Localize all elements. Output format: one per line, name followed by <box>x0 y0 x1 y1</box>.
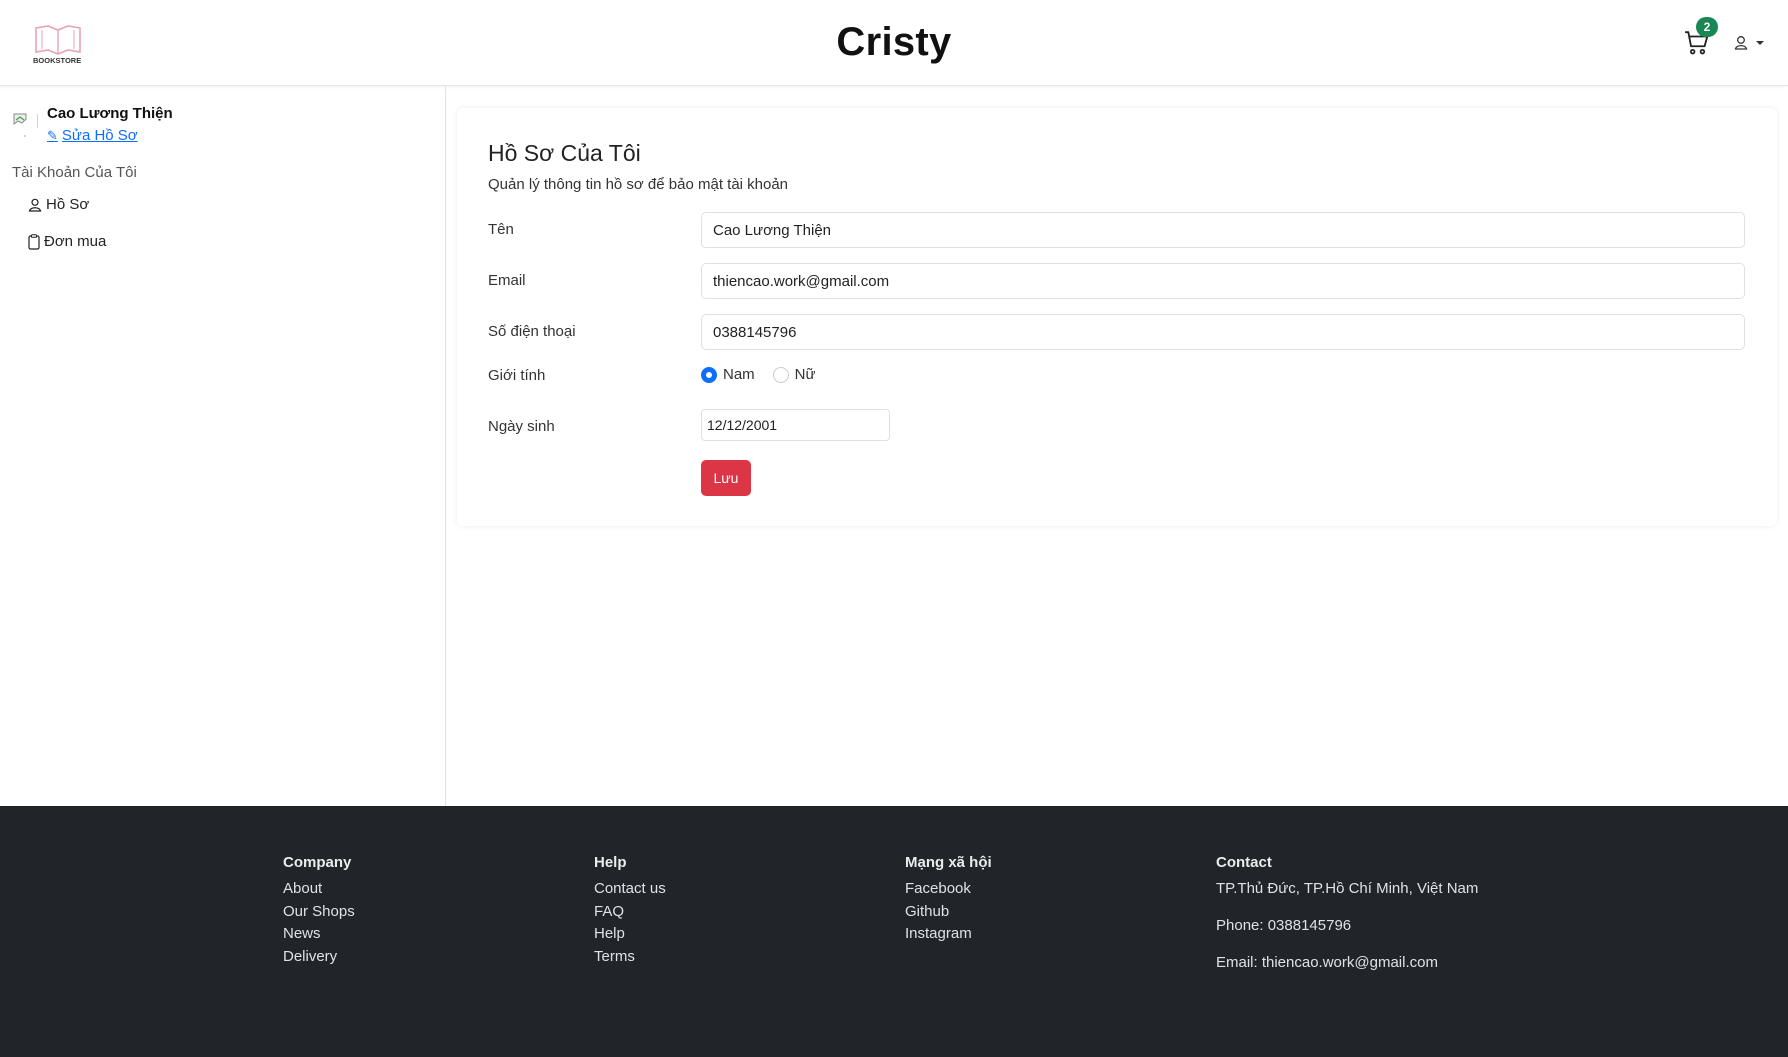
save-button[interactable]: Lưu <box>701 460 751 496</box>
name-field[interactable] <box>701 212 1745 248</box>
email-label: Email <box>488 272 526 289</box>
profile-card: Hồ Sơ Của Tôi Quản lý thông tin hồ sơ để… <box>457 108 1777 526</box>
footer-link-news[interactable]: News <box>283 923 355 946</box>
footer-link-faq[interactable]: FAQ <box>594 901 666 924</box>
gender-option-label: Nam <box>723 366 755 383</box>
footer-link-delivery[interactable]: Delivery <box>283 946 355 969</box>
footer-link-about[interactable]: About <box>283 878 355 901</box>
footer-link-terms[interactable]: Terms <box>594 946 666 969</box>
footer-address: TP.Thủ Đức, TP.Hồ Chí Minh, Việt Nam <box>1216 880 1479 897</box>
footer-heading: Company <box>283 854 352 871</box>
sidebar-item-label: Hồ Sơ <box>46 196 90 213</box>
edit-profile-label: Sửa Hồ Sơ <box>61 127 138 144</box>
gender-option-label: Nữ <box>794 366 816 383</box>
clipboard-icon <box>28 233 40 250</box>
account-sidebar: Cao Lương Thiện ✎ Sửa Hồ Sơ Tài Khoản Của… <box>0 86 446 806</box>
gender-radio-male[interactable] <box>701 366 717 383</box>
footer-link-github[interactable]: Github <box>905 901 992 924</box>
footer-phone: Phone: 0388145796 <box>1216 917 1352 934</box>
footer-link-help[interactable]: Help <box>594 923 666 946</box>
page-title: Hồ Sơ Của Tôi <box>488 140 641 166</box>
sidebar-item-orders[interactable]: Đơn mua <box>28 233 106 250</box>
caret-down-icon <box>1756 41 1764 45</box>
footer-link-facebook[interactable]: Facebook <box>905 878 992 901</box>
footer-heading: Mạng xã hội <box>905 854 992 871</box>
footer-company-column: Company About Our Shops News Delivery <box>283 854 355 969</box>
footer-help-column: Help Contact us FAQ Help Terms <box>594 854 666 969</box>
site-footer: Company About Our Shops News Delivery He… <box>0 806 1788 1057</box>
phone-field[interactable] <box>701 314 1745 350</box>
user-menu-dropdown[interactable] <box>1734 34 1768 52</box>
footer-social-column: Mạng xã hội Facebook Github Instagram <box>905 854 992 946</box>
profile-username: Cao Lương Thiện <box>47 105 173 122</box>
phone-label: Số điện thoại <box>488 323 576 340</box>
account-heading: Tài Khoản Của Tôi <box>12 164 137 181</box>
email-field[interactable] <box>701 263 1745 299</box>
avatar <box>12 110 39 140</box>
name-label: Tên <box>488 221 514 238</box>
sidebar-item-profile[interactable]: Hồ Sơ <box>28 196 89 213</box>
pencil-icon: ✎ <box>47 128 58 143</box>
footer-contact-column: Contact TP.Thủ Đức, TP.Hồ Chí Minh, Việt… <box>1216 854 1478 989</box>
dob-label: Ngày sinh <box>488 418 555 435</box>
cart-count-badge: 2 <box>1696 17 1718 37</box>
footer-link-contact-us[interactable]: Contact us <box>594 878 666 901</box>
brand-title[interactable]: Cristy <box>0 20 1788 65</box>
footer-heading: Help <box>594 854 627 871</box>
top-navbar: BOOKSTORE Cristy 2 <box>0 0 1788 86</box>
gender-radio-group: Nam Nữ <box>701 366 834 383</box>
footer-email: Email: thiencao.work@gmail.com <box>1216 954 1438 971</box>
footer-heading: Contact <box>1216 854 1272 871</box>
footer-link-our-shops[interactable]: Our Shops <box>283 901 355 924</box>
user-icon <box>28 198 42 212</box>
gender-label: Giới tính <box>488 367 546 384</box>
footer-link-instagram[interactable]: Instagram <box>905 923 992 946</box>
gender-radio-female[interactable] <box>772 366 789 383</box>
page-subtitle: Quản lý thông tin hồ sơ để bảo mật tài k… <box>488 176 789 193</box>
user-icon <box>1734 36 1764 50</box>
sidebar-item-label: Đơn mua <box>44 233 107 250</box>
dob-date-input[interactable] <box>701 409 890 441</box>
edit-profile-link[interactable]: ✎ Sửa Hồ Sơ <box>47 127 138 144</box>
broken-image-icon <box>13 113 39 137</box>
